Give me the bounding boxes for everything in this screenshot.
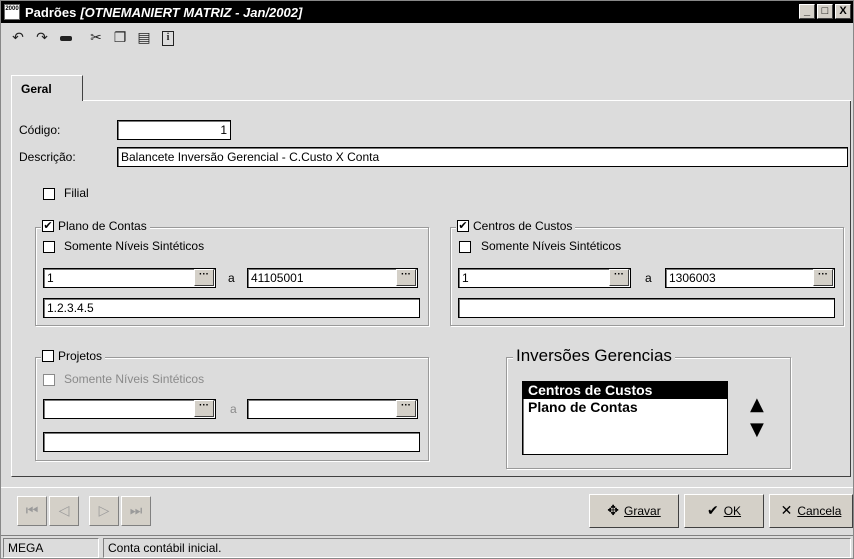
last-record-icon[interactable]: ⏭ bbox=[121, 496, 151, 526]
ok-button[interactable]: ✔ OK bbox=[684, 494, 764, 528]
centros-mask-field[interactable] bbox=[458, 298, 835, 318]
codigo-label: Código: bbox=[19, 123, 61, 137]
paste-icon[interactable]: ▤ bbox=[133, 27, 155, 49]
plano-to-lookup-button[interactable]: ··· bbox=[396, 269, 416, 286]
centros-custos-legend: ✔ Centros de Custos bbox=[456, 219, 576, 233]
codigo-field[interactable]: 1 bbox=[117, 120, 231, 140]
descricao-field[interactable]: Balancete Inversão Gerencial - C.Custo X… bbox=[117, 147, 848, 167]
inversoes-listbox[interactable]: Centros de Custos Plano de Contas bbox=[522, 381, 728, 455]
centros-from-lookup-button[interactable]: ··· bbox=[609, 269, 629, 286]
projetos-from-field[interactable] bbox=[43, 399, 216, 419]
plano-contas-legend: ✔ Plano de Contas bbox=[41, 219, 150, 233]
centros-from-field[interactable]: 1 bbox=[458, 268, 631, 288]
check-icon: ✔ bbox=[706, 503, 719, 519]
gravar-button[interactable]: ✥ Gravar bbox=[589, 494, 679, 528]
plano-sinteticos-label: Somente Níveis Sintéticos bbox=[64, 239, 205, 253]
plano-to-field[interactable]: 41105001 bbox=[247, 268, 418, 288]
projetos-mask-field[interactable] bbox=[43, 432, 420, 452]
copy-icon[interactable]: ❐ bbox=[109, 27, 131, 49]
list-item[interactable]: Centros de Custos bbox=[523, 382, 727, 399]
plano-from-lookup-button[interactable]: ··· bbox=[194, 269, 214, 286]
projetos-legend: Projetos bbox=[41, 349, 106, 363]
toolbar: ↶ ↷ ✂ ❐ ▤ i bbox=[7, 25, 241, 51]
projetos-checkbox[interactable] bbox=[42, 350, 54, 362]
status-bar: MEGA Conta contábil inicial. bbox=[1, 535, 853, 559]
plano-mask-field[interactable]: 1.2.3.4.5 bbox=[43, 298, 420, 318]
centros-sinteticos-label: Somente Níveis Sintéticos bbox=[481, 239, 622, 253]
cancelar-button[interactable]: ✕ Cancela bbox=[769, 494, 853, 528]
centros-sinteticos-checkbox[interactable] bbox=[459, 241, 471, 253]
delete-icon[interactable] bbox=[55, 27, 77, 49]
filial-checkbox[interactable] bbox=[43, 188, 55, 200]
inversoes-title: Inversões Gerencias bbox=[513, 346, 675, 366]
centros-to-field[interactable]: 1306003 bbox=[665, 268, 835, 288]
title-bar[interactable]: 2000 Padrões [OTNEMANIERT MATRIZ - Jan/20… bbox=[1, 1, 853, 23]
move-up-icon[interactable]: ▲ bbox=[750, 396, 764, 414]
window-context: [OTNEMANIERT MATRIZ - Jan/2002] bbox=[80, 4, 303, 20]
projetos-sinteticos-checkbox[interactable] bbox=[43, 374, 55, 386]
filial-label: Filial bbox=[64, 186, 89, 200]
maximize-button[interactable]: □ bbox=[817, 4, 833, 19]
projetos-range-a: a bbox=[230, 402, 237, 416]
projetos-sinteticos-label: Somente Níveis Sintéticos bbox=[64, 372, 205, 386]
prev-record-icon[interactable]: ◁ bbox=[49, 496, 79, 526]
window-title: Padrões [OTNEMANIERT MATRIZ - Jan/2002] bbox=[25, 4, 303, 20]
centros-to-lookup-button[interactable]: ··· bbox=[813, 269, 833, 286]
projetos-to-lookup-button[interactable]: ··· bbox=[396, 400, 416, 417]
plano-contas-checkbox[interactable]: ✔ bbox=[42, 220, 54, 232]
move-down-icon[interactable]: ▼ bbox=[750, 421, 764, 439]
app-icon: 2000 bbox=[4, 4, 20, 20]
projetos-from-lookup-button[interactable]: ··· bbox=[194, 400, 214, 417]
first-record-icon[interactable]: ⏮ bbox=[17, 496, 47, 526]
info-icon[interactable]: i bbox=[157, 27, 179, 49]
plano-range-a: a bbox=[228, 271, 235, 285]
cancel-icon: ✕ bbox=[780, 503, 793, 519]
centros-custos-checkbox[interactable]: ✔ bbox=[457, 220, 469, 232]
move-icon: ✥ bbox=[607, 503, 620, 519]
centros-range-a: a bbox=[645, 271, 652, 285]
close-button[interactable]: X bbox=[835, 4, 851, 19]
redo-icon[interactable]: ↷ bbox=[31, 27, 53, 49]
padroes-window: 2000 Padrões [OTNEMANIERT MATRIZ - Jan/20… bbox=[0, 0, 854, 559]
list-item[interactable]: Plano de Contas bbox=[523, 399, 727, 416]
action-bar: ⏮ ◁ ▷ ⏭ ✥ Gravar ✔ OK ✕ Cancela bbox=[1, 487, 853, 533]
status-message: Conta contábil inicial. bbox=[103, 538, 851, 558]
plano-sinteticos-checkbox[interactable] bbox=[43, 241, 55, 253]
status-company: MEGA bbox=[3, 538, 99, 558]
tab-geral[interactable]: Geral bbox=[11, 75, 83, 101]
minimize-button[interactable]: _ bbox=[799, 4, 815, 19]
next-record-icon[interactable]: ▷ bbox=[89, 496, 119, 526]
undo-icon[interactable]: ↶ bbox=[7, 27, 29, 49]
descricao-label: Descrição: bbox=[19, 150, 76, 164]
projetos-to-field[interactable] bbox=[247, 399, 418, 419]
plano-from-field[interactable]: 1 bbox=[43, 268, 216, 288]
cut-icon[interactable]: ✂ bbox=[85, 27, 107, 49]
